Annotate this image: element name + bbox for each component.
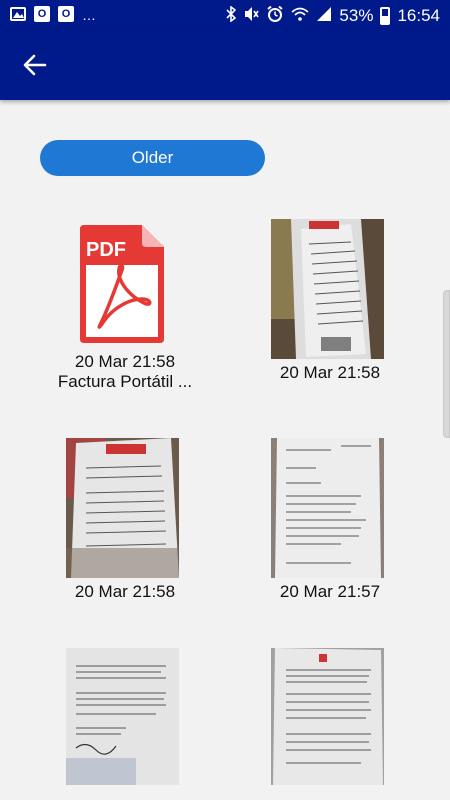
- file-date: 20 Mar 21:58: [74, 352, 176, 371]
- app-bar: [0, 30, 450, 100]
- receipt-thumbnail: [66, 438, 179, 578]
- gallery-icon: [10, 7, 26, 21]
- receipt-thumbnail: [271, 219, 384, 359]
- scrollbar-handle[interactable]: [443, 290, 450, 438]
- battery-icon: [380, 7, 391, 25]
- file-date: 20 Mar 21:58: [74, 582, 176, 601]
- notification-icons: O O …: [10, 6, 96, 22]
- file-item-image[interactable]: 20 Mar 21:58: [225, 215, 435, 395]
- pdf-file-icon: PDF: [80, 225, 166, 348]
- status-bar: O O … 53% 16:54: [0, 0, 450, 30]
- document-thumbnail: [66, 648, 179, 785]
- older-button[interactable]: Older: [40, 140, 265, 176]
- file-item-image[interactable]: [225, 645, 435, 800]
- file-date: 20 Mar 21:58: [279, 363, 381, 382]
- wifi-icon: [291, 6, 310, 26]
- file-item-image[interactable]: 20 Mar 21:58: [20, 435, 230, 615]
- mute-icon: [243, 6, 260, 26]
- outlook-icon: O: [58, 6, 74, 22]
- file-date: 20 Mar 21:57: [279, 582, 381, 601]
- file-item-image[interactable]: 20 Mar 21:57: [225, 435, 435, 615]
- bluetooth-icon: [226, 5, 237, 26]
- clock: 16:54: [397, 6, 440, 25]
- system-icons: 53% 16:54: [226, 5, 440, 27]
- back-button[interactable]: [20, 50, 50, 80]
- battery-percent: 53%: [339, 6, 374, 25]
- pdf-label: PDF: [86, 239, 126, 261]
- document-thumbnail: [271, 648, 384, 785]
- receipt-thumbnail: [271, 438, 384, 578]
- signal-icon: [316, 6, 332, 26]
- arrow-back-icon: [23, 54, 47, 76]
- file-item-image[interactable]: [20, 645, 230, 800]
- alarm-icon: [266, 5, 284, 27]
- file-item-pdf[interactable]: PDF 20 Mar 21:58 Factura Portátil ...: [20, 215, 230, 395]
- outlook-icon: O: [34, 6, 50, 22]
- file-name: Factura Portátil ...: [57, 372, 193, 391]
- more-notifications-icon: …: [82, 7, 96, 23]
